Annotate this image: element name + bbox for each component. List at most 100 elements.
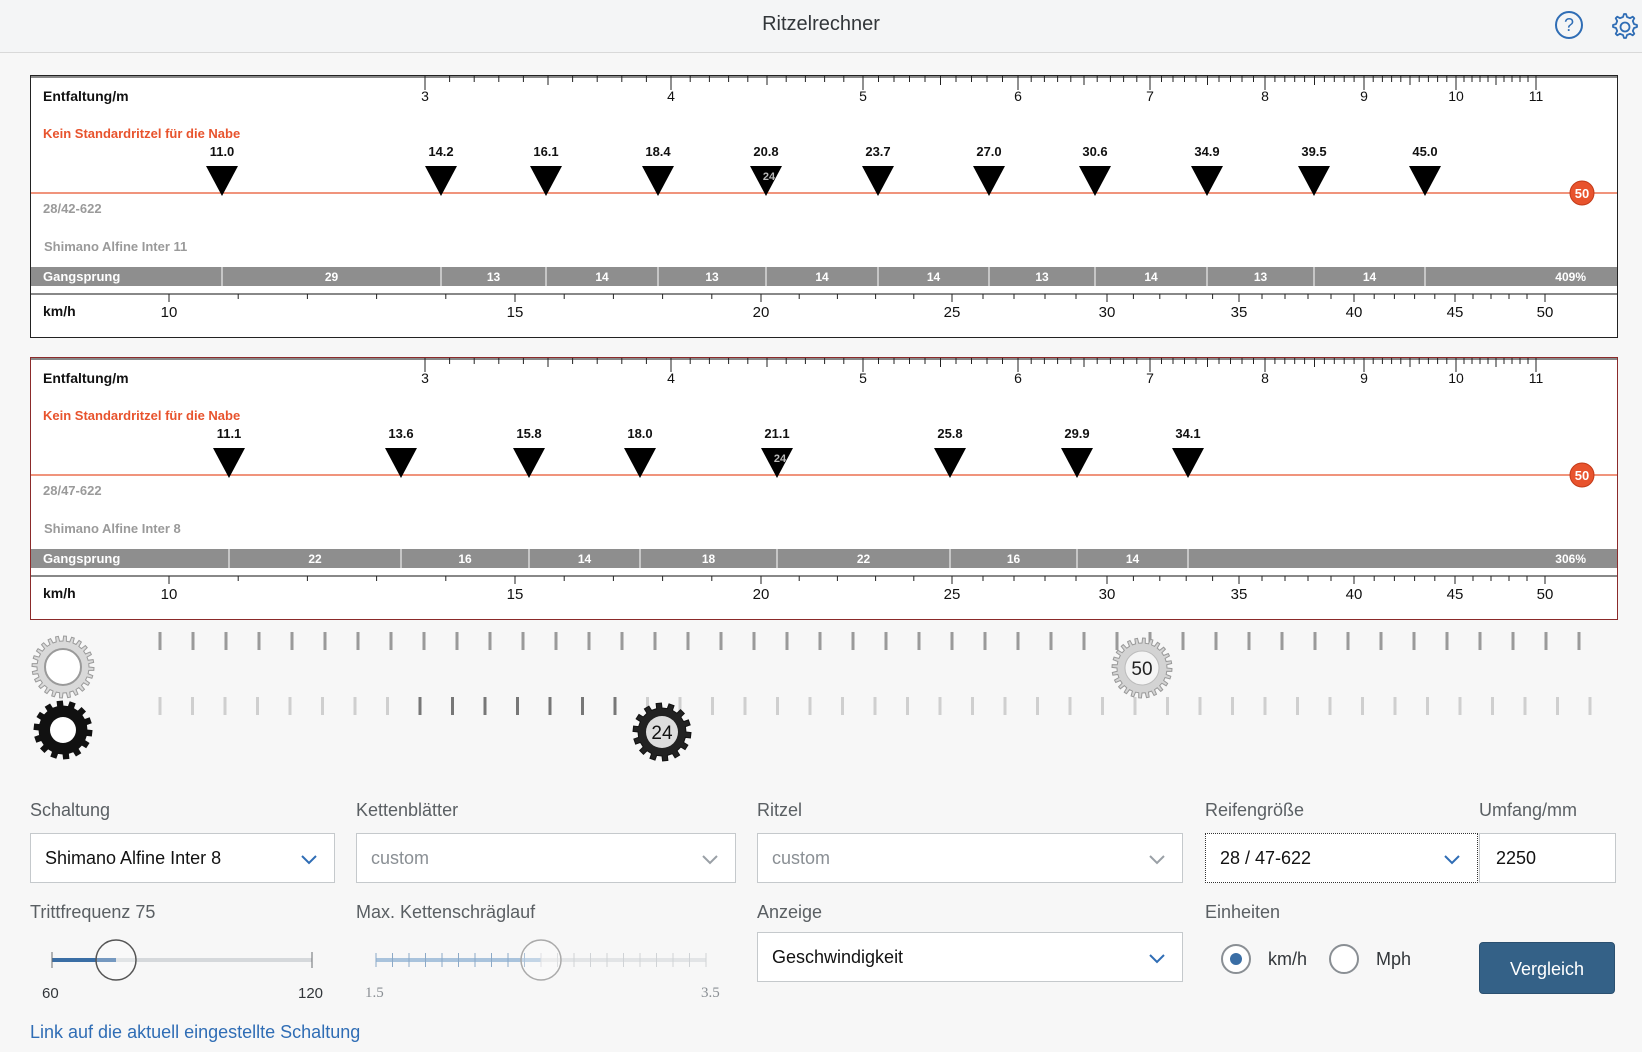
- sprocket-icon-hole: [50, 717, 76, 743]
- entfaltung-tick-label: 10: [1448, 88, 1464, 104]
- gangsprung-value: 29: [325, 270, 339, 284]
- gear-value-label: 25.8: [937, 426, 962, 441]
- trittfrequenz-slider[interactable]: [44, 935, 324, 985]
- tyre-label: 28/42-622: [43, 201, 102, 216]
- entfaltung-tick-label: 8: [1261, 370, 1269, 386]
- gangsprung-value: 14: [595, 270, 609, 284]
- gear-value-label: 14.2: [428, 144, 453, 159]
- gear-value-label: 21.1: [764, 426, 789, 441]
- cog-selector[interactable]: 50 24: [0, 630, 1642, 770]
- gangsprung-value: 22: [308, 552, 322, 566]
- trittfrequenz-max: 120: [298, 985, 324, 1002]
- sprocket-marker-label: 24: [774, 453, 787, 465]
- speed-tick-label: 30: [1099, 586, 1116, 603]
- gear-value-label: 16.1: [533, 144, 558, 159]
- chevron-down-icon: [1149, 855, 1165, 865]
- kettenblaetter-select[interactable]: custom: [356, 833, 736, 883]
- hub-label: Shimano Alfine Inter 11: [44, 239, 187, 254]
- question-circle-icon[interactable]: ?: [1554, 10, 1584, 40]
- entfaltung-tick-label: 9: [1360, 370, 1368, 386]
- schaltung-value: Shimano Alfine Inter 8: [45, 848, 222, 868]
- entfaltung-tick-label: 5: [859, 370, 867, 386]
- radio-kmh[interactable]: [1221, 944, 1251, 974]
- radio-mph[interactable]: [1329, 944, 1359, 974]
- hub-label: Shimano Alfine Inter 8: [44, 521, 181, 536]
- kettenschraeglauf-slider[interactable]: [370, 935, 720, 985]
- gear-marker: [1172, 448, 1204, 478]
- anzeige-value: Geschwindigkeit: [772, 947, 904, 967]
- gangsprung-label: Gangsprung: [43, 551, 120, 566]
- ritzel-label: Ritzel: [757, 800, 803, 820]
- reifengroesse-select[interactable]: 28 / 47-622: [1205, 833, 1478, 883]
- gangsprung-value: 14: [1363, 270, 1377, 284]
- speed-tick-label: 45: [1447, 304, 1464, 321]
- speed-tick-label: 50: [1537, 586, 1554, 603]
- gangsprung-value: 16: [458, 552, 472, 566]
- entfaltung-tick-label: 3: [421, 88, 429, 104]
- gear-value-label: 18.4: [645, 144, 671, 159]
- speed-tick-label: 15: [507, 304, 524, 321]
- anzeige-label: Anzeige: [757, 902, 823, 922]
- gear-marker: [934, 448, 966, 478]
- speed-tick-label: 35: [1231, 304, 1248, 321]
- entfaltung-tick-label: 9: [1360, 88, 1368, 104]
- compare-button[interactable]: Vergleich: [1479, 942, 1615, 994]
- gear-marker: [624, 448, 656, 478]
- speed-tick-label: 20: [753, 304, 770, 321]
- ritzel-value: custom: [772, 848, 831, 868]
- gear-icon[interactable]: [1608, 10, 1640, 42]
- entfaltung-tick-label: 4: [667, 370, 675, 386]
- current-config-link[interactable]: Link auf die aktuell eingestellte Schalt…: [30, 1022, 360, 1043]
- chainring-badge-label: 50: [1575, 186, 1589, 201]
- speed-label: km/h: [43, 585, 76, 601]
- chainring-icon-hole: [44, 648, 82, 686]
- gear-marker: [425, 166, 457, 196]
- gear-marker: [973, 166, 1005, 196]
- ritzel-select[interactable]: custom: [757, 833, 1183, 883]
- reifengroesse-value: 28 / 47-622: [1220, 848, 1312, 868]
- gangsprung-value: 14: [927, 270, 941, 284]
- speed-tick-label: 40: [1346, 304, 1363, 321]
- entfaltung-tick-label: 10: [1448, 370, 1464, 386]
- kettenblaetter-label: Kettenblätter: [356, 800, 459, 820]
- gangsprung-total: 409%: [1555, 270, 1586, 284]
- entfaltung-tick-label: 6: [1014, 370, 1022, 386]
- no-standard-sprocket-warning: Kein Standardritzel für die Nabe: [43, 126, 240, 141]
- schaltung-select[interactable]: Shimano Alfine Inter 8: [30, 833, 335, 883]
- speed-tick-label: 25: [944, 586, 961, 603]
- gear-marker: [530, 166, 562, 196]
- gear-value-label: 45.0: [1412, 144, 1437, 159]
- gear-value-label: 23.7: [865, 144, 890, 159]
- speed-label: km/h: [43, 303, 76, 319]
- gear-value-label: 18.0: [627, 426, 652, 441]
- kettenblaetter-value: custom: [371, 848, 430, 868]
- umfang-input[interactable]: 2250: [1479, 833, 1616, 883]
- gangsprung-value: 13: [705, 270, 719, 284]
- shell-bar: Ritzelrechner ?: [0, 0, 1642, 53]
- entfaltung-label: Entfaltung/m: [43, 88, 129, 104]
- gear-marker: [513, 448, 545, 478]
- gear-chart-svg-2: Entfaltung/m 3 4 5 6 7 8 9 10 11Kein Standardritz…: [31, 358, 1617, 603]
- gear-value-label: 27.0: [976, 144, 1001, 159]
- gear-value-label: 13.6: [388, 426, 413, 441]
- gangsprung-value: 13: [1254, 270, 1268, 284]
- speed-tick-label: 15: [507, 586, 524, 603]
- speed-tick-label: 45: [1447, 586, 1464, 603]
- gangsprung-total: 306%: [1555, 552, 1586, 566]
- umfang-value: 2250: [1496, 848, 1537, 868]
- gangsprung-value: 16: [1007, 552, 1021, 566]
- anzeige-select[interactable]: Geschwindigkeit: [757, 932, 1183, 982]
- speed-tick-label: 50: [1537, 304, 1554, 321]
- trittfrequenz-label: Trittfrequenz 75: [30, 902, 156, 922]
- speed-tick-label: 10: [161, 304, 178, 321]
- speed-tick-label: 30: [1099, 304, 1116, 321]
- slider-handle: [520, 939, 562, 981]
- gear-value-label: 30.6: [1082, 144, 1107, 159]
- gear-value-label: 20.8: [753, 144, 778, 159]
- chevron-down-icon: [1149, 954, 1165, 964]
- umfang-label: Umfang/mm: [1479, 800, 1578, 820]
- gangsprung-value: 22: [857, 552, 871, 566]
- entfaltung-tick-label: 5: [859, 88, 867, 104]
- gear-marker: [1061, 448, 1093, 478]
- kettenschraeglauf-label: Max. Kettenschräglauf: [356, 902, 536, 922]
